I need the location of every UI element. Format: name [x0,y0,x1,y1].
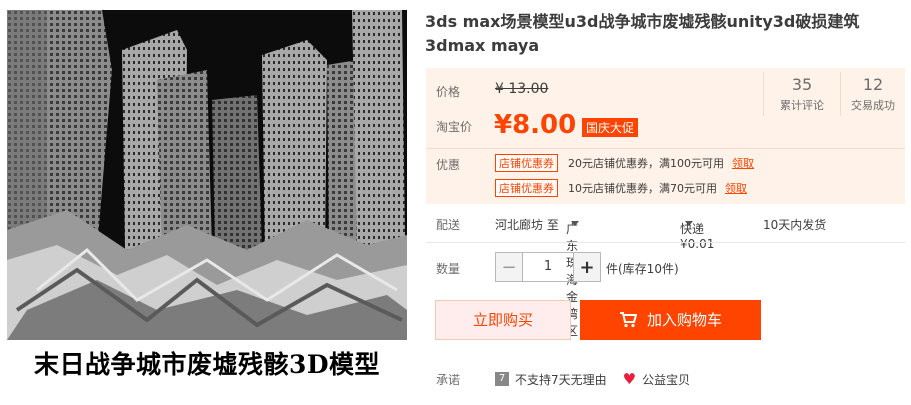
image-caption: 末日战争城市废墟残骸3D模型 [7,340,407,390]
ship-from: 河北廊坊 至 [495,218,559,232]
promo-price-label: 淘宝价 [436,120,473,134]
stat-transactions-label: 交易成功 [851,99,895,112]
stat-reviews-label: 累计评论 [780,99,824,112]
coupon-claim-link[interactable]: 领取 [732,155,754,171]
promo-badge: 国庆大促 [582,118,639,137]
price-divider [426,148,905,149]
add-to-cart-button[interactable]: 加入购物车 [580,300,761,340]
ship-time: 10天内发货 [763,218,827,232]
cart-icon [619,312,637,328]
promise-item-1: 不支持7天无理由 [515,372,607,387]
stats-panel: 35 累计评论 12 交易成功 [763,72,905,116]
increment-button[interactable]: + [574,253,600,281]
no-return-icon: 7 [495,372,509,386]
promise-row: 承诺 7 不支持7天无理由 ♥ 公益宝贝 [426,370,905,388]
stat-transactions[interactable]: 12 交易成功 [840,72,905,116]
ship-method: 快递 ¥0.01 [680,222,715,251]
coupon-text: 20元店铺优惠券，满100元可用 [568,157,724,170]
ship-to-select[interactable]: 广东珠海金湾区 [566,216,579,338]
buy-now-button[interactable]: 立即购买 [435,300,571,340]
promise-item-2: 公益宝贝 [642,372,691,387]
promise-label: 承诺 [436,372,461,387]
coupon-tag: 店铺优惠券 [495,179,558,197]
coupon-row: 店铺优惠券 10元店铺优惠券，满70元可用 领取 [495,179,747,197]
ship-method-select[interactable]: 快递 ¥0.01 [680,216,714,251]
shipping-row: 配送 河北廊坊 至 广东珠海金湾区 快递 ¥0.01 10天内发货 [426,212,905,338]
price-label: 价格 [436,85,461,99]
coupon-text: 10元店铺优惠券，满70元可用 [568,182,717,195]
ruined-city-render [7,10,407,340]
coupon-claim-link[interactable]: 领取 [725,180,747,196]
decrement-button[interactable]: − [496,253,522,281]
shipping-label: 配送 [436,218,461,232]
price-panel: 价格 ¥ 13.00 35 累计评论 12 交易成功 淘宝价 ¥8.00 国庆大… [426,68,905,204]
promo-price: ¥8.00 [494,110,577,140]
quantity-stepper: − 1 + [495,252,601,282]
stat-transactions-count: 12 [862,75,884,94]
coupon-row: 店铺优惠券 20元店铺优惠券，满100元可用 领取 [495,154,754,172]
quantity-divider [426,242,905,243]
product-title: 3ds max场景模型u3d战争城市废墟残骸unity3d破损建筑3dmax m… [425,12,860,55]
quantity-input[interactable]: 1 [522,253,574,281]
coupon-tag: 店铺优惠券 [495,154,558,172]
stat-reviews[interactable]: 35 累计评论 [763,72,840,116]
product-image[interactable]: 末日战争城市废墟残骸3D模型 [7,10,407,390]
stock-text: 件(库存10件) [606,262,679,276]
original-price: ¥ 13.00 [495,81,549,97]
add-to-cart-label: 加入购物车 [646,311,722,329]
stat-reviews-count: 35 [791,75,813,94]
charity-heart-icon: ♥ [622,370,637,388]
quantity-label: 数量 [436,262,461,276]
coupon-label: 优惠 [436,158,461,172]
